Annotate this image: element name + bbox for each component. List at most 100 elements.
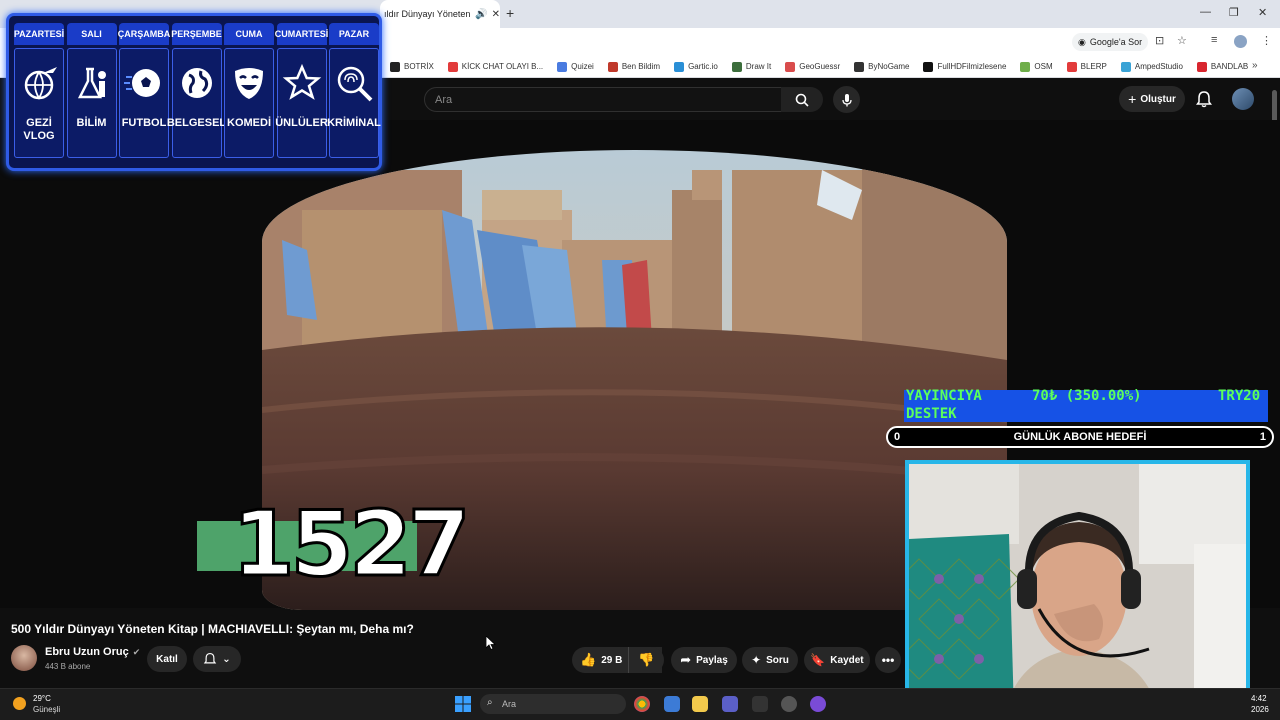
schedule-day-label: GEZİ VLOG xyxy=(23,117,55,142)
profile-avatar[interactable] xyxy=(1234,35,1247,48)
search-button[interactable] xyxy=(781,87,823,112)
bookmark-item[interactable]: OSM xyxy=(1020,61,1053,72)
chrome-taskbar-icon[interactable] xyxy=(634,696,650,712)
schedule-day: CUMARTESİ ÜNLÜLER xyxy=(275,23,328,161)
schedule-day: PAZAR KRİMİNAL xyxy=(327,23,381,161)
minimize-icon[interactable]: — xyxy=(1200,6,1211,18)
bookmark-item[interactable]: Gartic.io xyxy=(674,61,718,72)
bookmarks-more-icon[interactable]: » xyxy=(1252,60,1258,71)
schedule-day-label: FUTBOL xyxy=(121,117,167,129)
bookmark-item[interactable]: BANDLAB xyxy=(1196,61,1248,72)
bookmark-star-icon[interactable]: ☆ xyxy=(1177,34,1187,47)
bookmark-favicon-icon xyxy=(1196,61,1207,72)
weather-temperature[interactable]: 29°C xyxy=(33,694,51,703)
obs-taskbar-icon[interactable] xyxy=(781,696,797,712)
explorer-taskbar-icon[interactable] xyxy=(692,696,708,712)
install-app-icon[interactable]: ⊡ xyxy=(1155,34,1164,47)
epic-games-taskbar-icon[interactable] xyxy=(752,696,768,712)
bookmark-label: GeoGuessr xyxy=(799,62,841,71)
close-window-icon[interactable]: ✕ xyxy=(1258,6,1267,19)
bookmark-label: BLERP xyxy=(1080,62,1107,71)
bookmark-favicon-icon xyxy=(557,61,568,72)
save-button[interactable]: 🔖 Kaydet xyxy=(804,647,870,673)
more-actions-button[interactable]: ••• xyxy=(875,647,901,673)
thumbs-up-icon: 👍 xyxy=(580,652,597,667)
subscribed-notification-button[interactable]: ⌄ xyxy=(193,646,241,672)
share-arrow-icon: ➦ xyxy=(680,652,692,667)
schedule-day-name: CUMARTESİ xyxy=(275,23,328,45)
bookmark-item[interactable]: AmpedStudio xyxy=(1120,61,1183,72)
save-label: Kaydet xyxy=(830,654,864,666)
bookmark-item[interactable]: BOTRİX xyxy=(390,61,434,72)
mail-taskbar-icon[interactable] xyxy=(664,696,680,712)
channel-name-row[interactable]: Ebru Uzun Oruç ✔ xyxy=(45,646,140,658)
channel-name[interactable]: Ebru Uzun Oruç xyxy=(45,646,129,658)
bookmark-favicon-icon xyxy=(674,61,685,72)
ask-button[interactable]: ✦ Soru xyxy=(742,647,798,673)
create-label: Oluştur xyxy=(1140,93,1176,105)
bookmark-label: OSM xyxy=(1034,62,1053,71)
bookmark-item[interactable]: GeoGuessr xyxy=(785,61,841,72)
weather-description[interactable]: Güneşli xyxy=(33,705,60,714)
close-tab-icon[interactable]: ✕ xyxy=(492,9,500,20)
bookmark-item[interactable]: ByNoGame xyxy=(854,61,909,72)
screen: ıldır Dünyayı Yöneten 🔊 ✕ + — ❐ ✕ ◉ Goog… xyxy=(0,0,1280,720)
voice-search-button[interactable] xyxy=(833,86,860,113)
bookmark-label: Quizei xyxy=(571,62,594,71)
donation-label-line2: DESTEK xyxy=(906,406,957,422)
taskbar-search[interactable]: Ara xyxy=(480,694,626,714)
schedule-day-name: PERŞEMBE xyxy=(171,23,222,45)
google-sor-label: Google'a Sor xyxy=(1089,37,1143,47)
channel-avatar[interactable] xyxy=(11,645,37,671)
bookmark-label: Gartic.io xyxy=(688,62,718,71)
subscriber-count: 443 B abone xyxy=(45,662,91,671)
google-sor-button[interactable]: ◉ Google'a Sor xyxy=(1072,33,1149,51)
notification-bell-icon xyxy=(204,652,217,664)
dislike-button[interactable]: 👎 xyxy=(628,647,664,673)
soccer-ball-icon xyxy=(124,69,160,97)
bookmark-icon: 🔖 xyxy=(810,653,826,667)
schedule-day-label: BELGESEL xyxy=(166,117,227,129)
browser-tab-active[interactable]: ıldır Dünyayı Yöneten 🔊 ✕ xyxy=(380,0,500,28)
donation-bar: YAYINCIYA DESTEK 70₺ (350.00%) TRY20 xyxy=(904,388,1268,422)
bookmark-label: Draw It xyxy=(745,62,772,71)
schedule-day: SALI BİLİM xyxy=(66,23,117,161)
account-avatar[interactable] xyxy=(1232,88,1254,110)
bookmark-item[interactable]: KİCK CHAT OLAYI B... xyxy=(447,61,543,72)
notifications-bell-icon[interactable] xyxy=(1196,90,1212,108)
schedule-day-content: GEZİ VLOG xyxy=(14,48,64,158)
schedule-day-content: FUTBOL xyxy=(119,48,169,158)
weather-sun-icon[interactable] xyxy=(13,697,26,710)
taskbar-search-icon: ⌕ xyxy=(487,697,493,708)
search-placeholder: Ara xyxy=(435,93,453,106)
join-button[interactable]: Katıl xyxy=(147,646,187,672)
search-input[interactable]: Ara xyxy=(424,87,782,112)
donation-amount: 70₺ (350.00%) xyxy=(1032,388,1142,404)
bookmark-item[interactable]: Draw It xyxy=(731,61,772,72)
bookmark-item[interactable]: BLERP xyxy=(1066,61,1107,72)
schedule-day-content: BİLİM xyxy=(66,48,117,158)
windows-start-icon[interactable] xyxy=(455,696,471,712)
ask-label: Soru xyxy=(766,654,789,666)
clock-time[interactable]: 4:42 xyxy=(1251,694,1267,703)
globe-plane-icon xyxy=(24,67,57,100)
bookmark-item[interactable]: Quizei xyxy=(557,61,594,72)
media-control-icon[interactable]: ≡ xyxy=(1211,34,1217,46)
bookmark-item[interactable]: Ben Bildim xyxy=(607,61,660,72)
new-tab-icon[interactable]: + xyxy=(506,5,514,21)
app-taskbar-icon[interactable] xyxy=(810,696,826,712)
donation-target: TRY20 xyxy=(1218,388,1261,404)
speaker-icon[interactable]: 🔊 xyxy=(475,9,487,20)
bookmark-item[interactable]: FullHDFilmizlesene xyxy=(923,61,1006,72)
webcam-feed xyxy=(905,460,1250,718)
clock-date[interactable]: 2026 xyxy=(1251,705,1269,714)
restore-icon[interactable]: ❐ xyxy=(1229,6,1239,19)
share-button[interactable]: ➦ Paylaş xyxy=(671,647,737,673)
schedule-day-label: ÜNLÜLER xyxy=(275,117,328,129)
teams-taskbar-icon[interactable] xyxy=(722,696,738,712)
join-label: Katıl xyxy=(156,653,178,665)
tab-title: ıldır Dünyayı Yöneten xyxy=(384,9,471,19)
create-button[interactable]: + Oluştur xyxy=(1119,86,1185,112)
star-icon xyxy=(282,63,321,100)
menu-dots-icon[interactable]: ⋮ xyxy=(1261,34,1272,47)
